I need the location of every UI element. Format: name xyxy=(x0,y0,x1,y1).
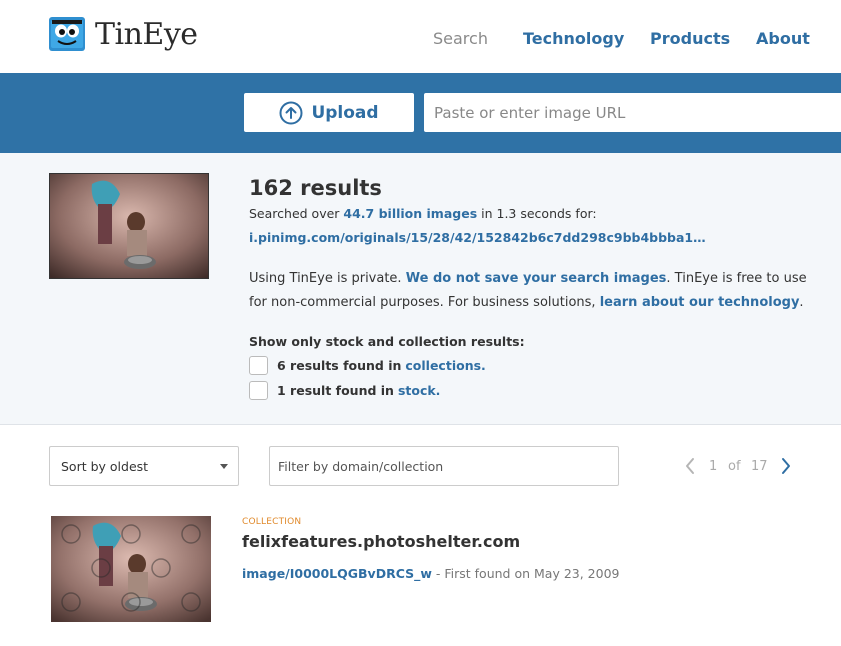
collections-link[interactable]: collections. xyxy=(405,358,485,373)
stock-collection-filter-heading: Show only stock and collection results: xyxy=(249,334,525,349)
pager-next-chevron-icon[interactable] xyxy=(779,456,793,476)
tineye-logo[interactable]: TinEye xyxy=(49,16,198,52)
nav-search[interactable]: Search xyxy=(433,29,488,48)
privacy-text-3: . xyxy=(799,295,804,310)
stock-checkbox[interactable] xyxy=(249,381,268,400)
upload-label: Upload xyxy=(311,102,379,123)
learn-technology-link[interactable]: learn about our technology xyxy=(600,295,800,310)
result-image-link[interactable]: image/I0000LQGBvDRCS_w xyxy=(242,566,432,581)
result-detail-line: image/I0000LQGBvDRCS_w - First found on … xyxy=(242,566,619,581)
privacy-notice: Using TinEye is private. We do not save … xyxy=(249,267,809,315)
collections-checkbox[interactable] xyxy=(249,356,268,375)
caret-down-icon xyxy=(220,464,228,469)
stock-link[interactable]: stock. xyxy=(398,383,440,398)
upload-button[interactable]: Upload xyxy=(244,93,414,132)
no-save-images-link[interactable]: We do not save your search images xyxy=(406,271,667,286)
result-first-found: - First found on May 23, 2009 xyxy=(431,566,620,581)
query-image xyxy=(50,174,208,278)
domain-filter-input[interactable] xyxy=(269,446,619,486)
pager-prev-chevron-icon[interactable] xyxy=(683,456,697,476)
stock-filter-row: 1 result found in stock. xyxy=(249,381,440,400)
collections-count-text: 6 results found in xyxy=(277,358,402,373)
searched-suffix: in 1.3 seconds for: xyxy=(481,206,597,221)
pager-of-text: of xyxy=(728,459,741,474)
collections-filter-row: 6 results found in collections. xyxy=(249,356,486,375)
nav-technology[interactable]: Technology xyxy=(523,29,624,48)
image-url-input[interactable] xyxy=(424,93,841,132)
privacy-text-1: Using TinEye is private. xyxy=(249,271,402,286)
query-image-url-link[interactable]: i.pinimg.com/originals/15/28/42/152842b6… xyxy=(249,230,706,245)
search-bar: Upload xyxy=(0,73,841,153)
result-image xyxy=(51,516,211,622)
result-image-thumbnail[interactable] xyxy=(51,516,211,622)
search-summary: 162 results Searched over 44.7 billion i… xyxy=(0,153,841,425)
searched-over-text: Searched over 44.7 billion images in 1.3… xyxy=(249,206,597,221)
nav-about[interactable]: About xyxy=(756,29,810,48)
results-count-heading: 162 results xyxy=(249,176,382,200)
logo-wordmark: TinEye xyxy=(95,16,198,52)
query-image-thumbnail xyxy=(49,173,209,279)
sort-dropdown-value: Sort by oldest xyxy=(61,458,149,474)
sort-dropdown[interactable]: Sort by oldest xyxy=(49,446,239,486)
pager-current-page: 1 xyxy=(709,459,718,474)
billion-images-link[interactable]: 44.7 billion images xyxy=(343,206,477,221)
stock-count-text: 1 result found in xyxy=(277,383,394,398)
tineye-robot-logo-icon xyxy=(49,17,85,51)
site-header: TinEye Search Technology Products About xyxy=(0,0,841,73)
pager-total-pages: 17 xyxy=(751,459,768,474)
searched-prefix: Searched over xyxy=(249,206,340,221)
result-collection-tag: COLLECTION xyxy=(242,517,302,527)
result-domain-link[interactable]: felixfeatures.photoshelter.com xyxy=(242,532,520,551)
nav-products[interactable]: Products xyxy=(650,29,730,48)
upload-arrow-icon xyxy=(279,101,303,124)
